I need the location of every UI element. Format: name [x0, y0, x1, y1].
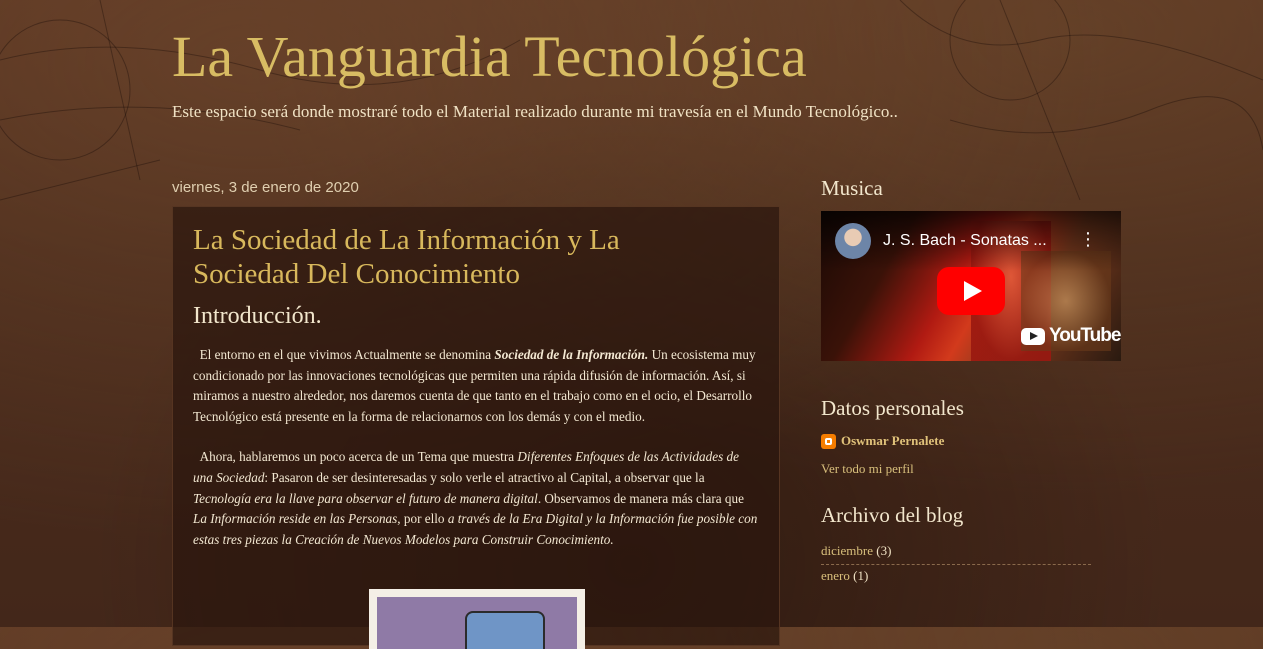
blog-title[interactable]: La Vanguardia Tecnológica [172, 22, 898, 92]
archive-count: (1) [853, 568, 869, 583]
emphasis-text: Sociedad de la Información. [494, 347, 649, 362]
youtube-wordmark: YouTube [1049, 325, 1121, 346]
more-options-icon[interactable]: ⋮ [1079, 231, 1097, 249]
paragraph-text: . Observamos de manera más clara que [537, 490, 744, 506]
sidebar: Musica J. S. Bach - Sonatas ... ⋮ YouTub… [821, 176, 1121, 583]
paragraph-text: Ahora, hablaremos un poco acerca de un T… [199, 449, 518, 465]
profile-row: Oswmar Pernalete [821, 433, 964, 449]
channel-avatar[interactable] [835, 223, 871, 259]
archive-item: enero (1) [821, 565, 1091, 589]
paragraph-text: , por ello [397, 511, 448, 527]
post-body: El entorno en el que vivimos Actualmente… [193, 345, 761, 570]
youtube-video-embed[interactable]: J. S. Bach - Sonatas ... ⋮ YouTube [821, 211, 1121, 361]
view-full-profile-link[interactable]: Ver todo mi perfil [821, 461, 964, 477]
post-paragraph: El entorno en el que vivimos Actualmente… [193, 345, 761, 427]
paragraph-text: El entorno en el que vivimos Actualmente… [199, 347, 495, 362]
post-subheading: Introducción. [193, 303, 322, 329]
emphasis-text: La Información reside en las Personas [193, 511, 398, 527]
post-title[interactable]: La Sociedad de La Información y La Socie… [193, 223, 733, 291]
archive-month-link[interactable]: diciembre [821, 543, 873, 558]
archive-item: diciembre (3) [821, 540, 1091, 565]
post-date: viernes, 3 de enero de 2020 [172, 179, 359, 196]
play-button[interactable] [937, 267, 1005, 315]
music-widget: Musica J. S. Bach - Sonatas ... ⋮ YouTub… [821, 176, 1121, 361]
archive-list: diciembre (3) enero (1) [821, 540, 1091, 589]
archive-widget: Archivo del blog diciembre (3) enero (1) [821, 503, 1091, 589]
computer-illustration [377, 597, 577, 649]
archive-month-link[interactable]: enero [821, 568, 850, 583]
video-title[interactable]: J. S. Bach - Sonatas ... [883, 232, 1047, 250]
blog-post: La Sociedad de La Información y La Socie… [172, 206, 780, 649]
monitor-illustration [465, 611, 545, 649]
blog-description: Este espacio será donde mostraré todo el… [172, 102, 898, 121]
youtube-logo[interactable]: YouTube [1021, 325, 1121, 347]
post-image[interactable] [369, 589, 585, 649]
profile-widget: Datos personales Oswmar Pernalete Ver to… [821, 396, 964, 477]
music-widget-title: Musica [821, 176, 883, 200]
youtube-icon [1021, 327, 1045, 345]
post-paragraph: Ahora, hablaremos un poco acerca de un T… [193, 447, 761, 550]
archive-widget-title: Archivo del blog [821, 503, 964, 527]
paragraph-text: : Pasaron de ser desinteresadas y solo v… [264, 469, 705, 485]
emphasis-text: Tecnología era la llave para observar el… [193, 490, 538, 506]
profile-widget-title: Datos personales [821, 396, 964, 420]
profile-name-link[interactable]: Oswmar Pernalete [841, 433, 944, 449]
blog-header: La Vanguardia Tecnológica Este espacio s… [172, 22, 898, 122]
blogger-icon [821, 433, 836, 449]
archive-count: (3) [876, 543, 892, 558]
